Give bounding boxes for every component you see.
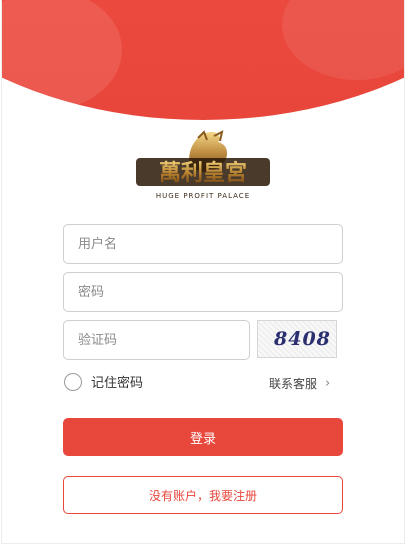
contact-support-label: 联系客服 (269, 377, 318, 391)
username-input[interactable] (63, 224, 343, 264)
captcha-code: 8408 (274, 328, 331, 350)
password-input[interactable] (63, 272, 343, 312)
captcha-image[interactable]: 8408 (257, 320, 337, 358)
remember-label: 记住密码 (91, 376, 144, 391)
logo-subtitle: HUGE PROFIT PALACE (156, 192, 250, 200)
remember-password-toggle[interactable]: 记住密码 (64, 372, 143, 391)
register-button[interactable]: 没有账户，我要注册 (63, 476, 343, 514)
brand-logo: 萬利皇宮 HUGE PROFIT PALACE (128, 128, 278, 204)
chevron-right-icon: › (325, 376, 331, 391)
contact-support-link[interactable]: 联系客服 › (269, 375, 330, 392)
logo-text: 萬利皇宮 (159, 160, 247, 186)
login-button[interactable]: 登录 (63, 418, 343, 456)
captcha-input[interactable] (63, 320, 250, 360)
remember-radio[interactable] (64, 372, 82, 391)
login-screen: 萬利皇宮 HUGE PROFIT PALACE 8408 记住密码 联系客服 ›… (2, 0, 404, 543)
